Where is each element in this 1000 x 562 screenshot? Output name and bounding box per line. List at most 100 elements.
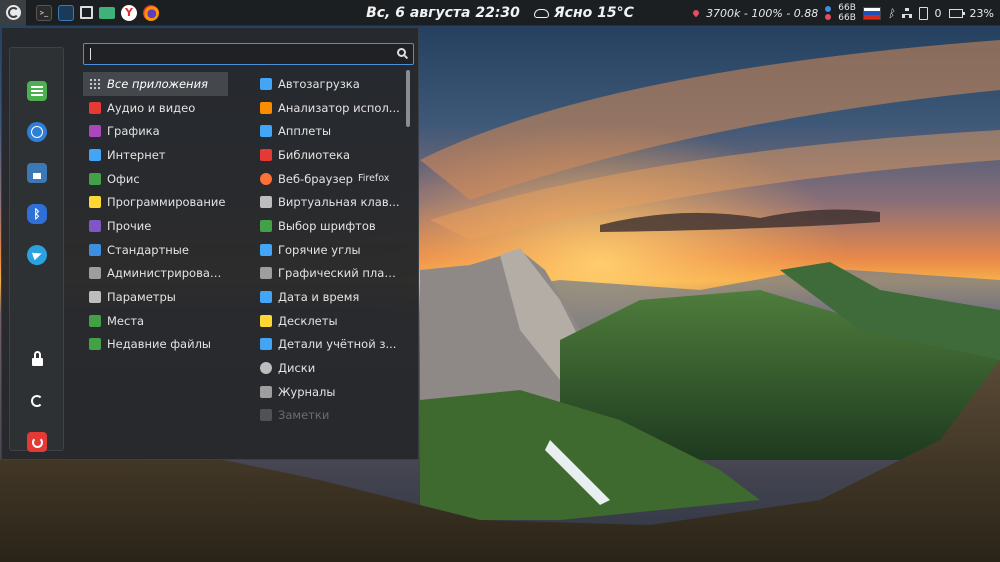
- cloud-icon: [533, 8, 549, 18]
- weather-widget[interactable]: Ясно 15°C: [533, 5, 634, 21]
- app-item-label: Библиотека: [278, 147, 351, 162]
- search-icon[interactable]: [397, 48, 406, 57]
- cpu-text[interactable]: 3700k - 100% - 0.88: [706, 7, 818, 20]
- keyboard-layout-flag-icon[interactable]: [862, 6, 881, 20]
- notification-count[interactable]: 0: [935, 7, 942, 20]
- admin-icon: [89, 267, 101, 280]
- app-item-label: Анализатор испол...: [278, 100, 400, 115]
- app-item[interactable]: Графический план...: [254, 262, 402, 286]
- category-item[interactable]: Недавние файлы: [83, 333, 228, 357]
- application-menu: ᛒ Все приложения Аудио и видео Графика Инте…: [1, 27, 419, 460]
- firefox-icon: [260, 172, 272, 185]
- app-item[interactable]: Журналы: [254, 380, 402, 404]
- app-item[interactable]: Веб-браузер Firefox: [254, 167, 402, 191]
- category-item[interactable]: Графика: [83, 119, 228, 143]
- category-item[interactable]: Стандартные: [83, 238, 228, 262]
- app-item[interactable]: Горячие углы: [254, 238, 402, 262]
- category-item[interactable]: Все приложения: [83, 72, 228, 96]
- desklets-icon: [260, 314, 272, 327]
- category-item[interactable]: Места: [83, 309, 228, 333]
- application-list: Автозагрузка Анализатор испол... Апплеты Би…: [254, 72, 402, 427]
- app-item[interactable]: Библиотека: [254, 143, 402, 167]
- notes-icon: [260, 409, 272, 422]
- search-field[interactable]: [83, 43, 414, 66]
- library-icon: [260, 148, 272, 161]
- app-item-label: Десклеты: [278, 313, 338, 328]
- terminal-icon[interactable]: [36, 4, 52, 21]
- grid-icon: [89, 77, 101, 90]
- category-item-label: Все приложения: [107, 76, 208, 91]
- favorites-sidebar: ᛒ: [9, 47, 64, 452]
- category-item[interactable]: Прочие: [83, 214, 228, 238]
- app-item-label: Журналы: [278, 384, 336, 399]
- font-icon: [260, 219, 272, 232]
- screenshot-icon[interactable]: [80, 6, 93, 19]
- video-icon: [89, 101, 101, 114]
- account-icon: [260, 338, 272, 351]
- category-item-label: Интернет: [107, 147, 166, 162]
- code-icon: [89, 196, 101, 209]
- category-item-label: Офис: [107, 171, 140, 186]
- app-item[interactable]: Автозагрузка: [254, 72, 402, 96]
- app-item-label: Выбор шрифтов: [278, 218, 376, 233]
- clock-icon: [260, 291, 272, 304]
- accessories-icon: [89, 243, 101, 256]
- clock[interactable]: Вс, 6 августа 22:30: [366, 5, 520, 21]
- menu-logo-icon: [5, 5, 21, 20]
- logout-icon[interactable]: [27, 391, 47, 411]
- app-item[interactable]: Виртуальная клав...: [254, 190, 402, 214]
- disks-icon: [260, 362, 272, 375]
- memory-readout[interactable]: 66B 66B: [838, 3, 856, 23]
- settings-icon[interactable]: [27, 81, 47, 101]
- app-item[interactable]: Выбор шрифтов: [254, 214, 402, 238]
- app-item[interactable]: Заметки: [254, 404, 402, 428]
- weather-text: Ясно 15°C: [553, 5, 634, 21]
- app-item[interactable]: Апплеты: [254, 119, 402, 143]
- category-item-label: Программирование: [107, 195, 226, 210]
- category-item-label: Недавние файлы: [107, 337, 212, 352]
- yandex-browser-icon[interactable]: Y: [121, 4, 137, 21]
- graphics-icon: [89, 125, 101, 138]
- hot-corners-icon: [260, 243, 272, 256]
- app-item[interactable]: Десклеты: [254, 309, 402, 333]
- app-item[interactable]: Анализатор испол...: [254, 96, 402, 120]
- app-item[interactable]: Детали учётной з...: [254, 333, 402, 357]
- app-item[interactable]: Диски: [254, 356, 402, 380]
- category-item[interactable]: Программирование: [83, 190, 228, 214]
- app-menu-button[interactable]: [0, 0, 26, 26]
- lock-icon[interactable]: [27, 349, 47, 369]
- bluetooth-icon[interactable]: ᛒ: [27, 204, 47, 224]
- app-item-label: Горячие углы: [278, 242, 361, 257]
- app-item-label: Апплеты: [278, 124, 332, 139]
- category-item[interactable]: Интернет: [83, 143, 228, 167]
- other-icon: [89, 219, 101, 232]
- scheduler-icon: [260, 267, 272, 280]
- power-icon[interactable]: [27, 432, 47, 452]
- category-item-label: Графика: [107, 124, 160, 139]
- kdeconnect-icon[interactable]: [918, 6, 928, 20]
- bluetooth-tray-icon[interactable]: ᛒ: [888, 7, 895, 20]
- search-input[interactable]: [94, 44, 393, 66]
- category-item[interactable]: Аудио и видео: [83, 96, 228, 120]
- firefox-icon[interactable]: [143, 4, 159, 21]
- telegram-icon[interactable]: [27, 245, 47, 265]
- app-item-label: Автозагрузка: [278, 76, 360, 91]
- category-item-label: Аудио и видео: [107, 100, 196, 115]
- category-item[interactable]: Администрирован...: [83, 262, 228, 286]
- logs-icon: [260, 385, 272, 398]
- system-monitor-icon[interactable]: [58, 4, 74, 21]
- app-item[interactable]: Дата и время: [254, 285, 402, 309]
- file-manager-icon[interactable]: [99, 6, 115, 19]
- app-list-scrollbar[interactable]: [406, 70, 410, 127]
- category-item[interactable]: Офис: [83, 167, 228, 191]
- web-icon[interactable]: [27, 122, 47, 142]
- app-item-label: Диски: [278, 361, 316, 376]
- system-tray: 3700k - 100% - 0.88 66B 66B ᛒ 0 23%: [691, 0, 994, 26]
- save-icon[interactable]: [27, 163, 47, 183]
- network-icon[interactable]: [901, 8, 912, 18]
- keyboard-icon: [260, 196, 272, 209]
- battery-icon[interactable]: [948, 8, 965, 18]
- app-item-label: Виртуальная клав...: [278, 195, 400, 210]
- category-item-label: Администрирован...: [107, 266, 228, 281]
- category-item[interactable]: Параметры: [83, 285, 228, 309]
